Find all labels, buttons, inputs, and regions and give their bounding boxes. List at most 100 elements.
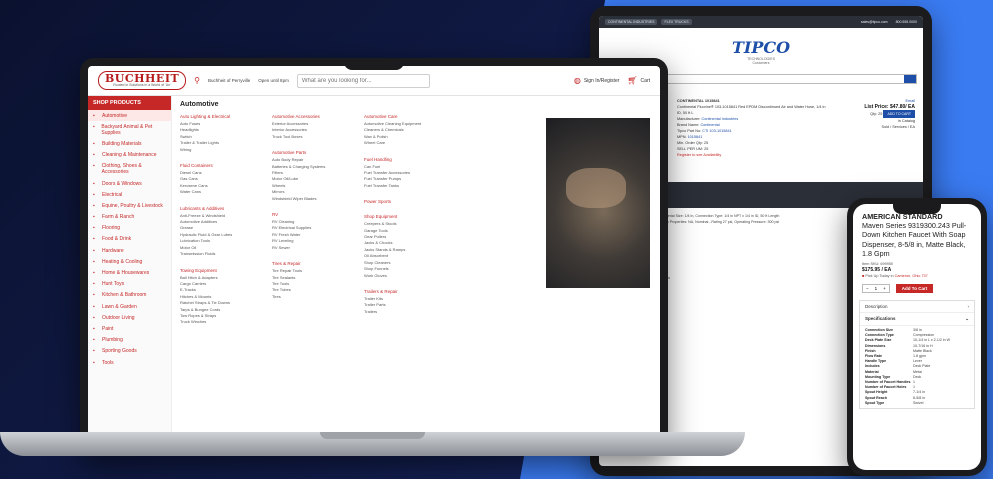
tipco-part: CTI 103-1015841 bbox=[702, 129, 732, 133]
quantity-stepper[interactable]: − 1 + bbox=[862, 284, 890, 294]
description-label: Description bbox=[865, 304, 888, 310]
sign-in-link[interactable]: ◍ Sign In/Register bbox=[574, 76, 620, 85]
sidebar-item-label: Tools bbox=[102, 359, 114, 366]
menu-link[interactable]: Wiring bbox=[180, 147, 262, 153]
sidebar-item-plumbing[interactable]: ▪ Plumbing bbox=[88, 335, 171, 346]
manufacturer-link[interactable]: Continental Industries bbox=[702, 117, 739, 121]
increment-button[interactable]: + bbox=[880, 285, 889, 292]
store-name[interactable]: Buchheit of Perryville bbox=[208, 78, 250, 83]
phone-link[interactable]: 800.555.0000 bbox=[896, 20, 917, 24]
decrement-button[interactable]: − bbox=[863, 285, 872, 292]
sidebar-item-automotive[interactable]: ▪ Automotive bbox=[88, 110, 171, 122]
sidebar-item-electrical[interactable]: ▪ Electrical bbox=[88, 189, 171, 200]
sidebar-item-equine-poultry-livestock[interactable]: ▪ Equine, Poultry & Livestock bbox=[88, 200, 171, 211]
ball-icon: ▪ bbox=[93, 348, 95, 355]
menu-group-title[interactable]: Shop Equipment bbox=[364, 214, 446, 219]
sidebar-item-doors-windows[interactable]: ▪ Doors & Windows bbox=[88, 178, 171, 189]
menu-group-title[interactable]: Tires & Repair bbox=[272, 261, 354, 266]
top-pill-continental[interactable]: CONTINENTAL INDUSTRIES bbox=[605, 19, 658, 25]
menu-link[interactable]: Truck Winches bbox=[180, 319, 262, 325]
sidebar-item-outdoor-living[interactable]: ▪ Outdoor Living bbox=[88, 312, 171, 323]
sidebar-item-home-housewares[interactable]: ▪ Home & Housewares bbox=[88, 267, 171, 278]
menu-group-title[interactable]: Auto Lighting & Electrical bbox=[180, 114, 262, 119]
menu-group-title[interactable]: Automotive Care bbox=[364, 114, 446, 119]
spec-key: Spout Type bbox=[865, 400, 885, 405]
pickup-store-link[interactable]: Cameron, Ohio 737 bbox=[895, 274, 928, 278]
menu-link[interactable]: Tires bbox=[272, 294, 354, 300]
add-to-cart-button[interactable]: ADD TO CART bbox=[883, 110, 915, 118]
user-icon: ◍ bbox=[573, 76, 581, 85]
phone-qty-row: − 1 + Add To Cart bbox=[853, 282, 981, 295]
phone-add-to-cart-button[interactable]: Add To Cart bbox=[895, 284, 934, 294]
menu-link[interactable]: Water Cans bbox=[180, 189, 262, 195]
sell-label: SELL PER UM: bbox=[677, 147, 704, 151]
buchheit-logo[interactable]: BUCHHEIT Rooted in Solutions in a World … bbox=[98, 71, 187, 90]
sidebar-item-clothing-shoes-accessories[interactable]: ▪ Clothing, Shoes & Accessories bbox=[88, 161, 171, 178]
sidebar-item-kitchen-bathroom[interactable]: ▪ Kitchen & Bathroom bbox=[88, 290, 171, 301]
brand-label: Brand Name: bbox=[677, 123, 700, 127]
specifications-toggle[interactable]: Specifications ⌄ bbox=[860, 313, 974, 327]
menu-group-title[interactable]: Power Sports bbox=[364, 199, 446, 204]
home-icon: ▪ bbox=[93, 270, 95, 277]
menu-link[interactable]: RV Sewer bbox=[272, 245, 354, 251]
sidebar-item-label: Home & Housewares bbox=[102, 270, 150, 277]
sidebar-item-cleaning-maintenance[interactable]: ▪ Cleaning & Maintenance bbox=[88, 150, 171, 161]
search-input[interactable] bbox=[296, 73, 431, 88]
car-icon: ▪ bbox=[93, 112, 95, 119]
sidebar-item-food-drink[interactable]: ▪ Food & Drink bbox=[88, 234, 171, 245]
promo-image[interactable] bbox=[546, 118, 650, 288]
sidebar-item-sporting-goods[interactable]: ▪ Sporting Goods bbox=[88, 346, 171, 357]
menu-link[interactable]: Transmission Fluids bbox=[180, 251, 262, 257]
top-pill-flex[interactable]: FLEX TRUCKS bbox=[661, 19, 692, 25]
menu-link[interactable]: Windshield Wiper Blades bbox=[272, 196, 354, 202]
menu-link[interactable]: Fuel Transfer Tanks bbox=[364, 183, 446, 189]
shop-products-heading[interactable]: SHOP PRODUCTS bbox=[88, 96, 171, 110]
email-link[interactable]: sales@tipco.com bbox=[861, 20, 888, 24]
menu-group-title[interactable]: Towing Equipment bbox=[180, 268, 262, 273]
tablet-top-bar: CONTINENTAL INDUSTRIES FLEX TRUCKS sales… bbox=[599, 16, 923, 28]
tipco-customers[interactable]: Customers bbox=[753, 61, 770, 65]
tipco-part-label: Tipco Part No: bbox=[677, 129, 702, 133]
qty-input[interactable]: 25 bbox=[878, 112, 882, 116]
menu-group: RV RV Cleaning RV Electrical Supplies RV Fr… bbox=[272, 212, 354, 251]
quantity-value[interactable]: 1 bbox=[872, 285, 881, 292]
sidebar-item-backyard-animal-pet-supplies[interactable]: ▪ Backyard Animal & Pet Supplies bbox=[88, 121, 171, 138]
sidebar-item-label: Plumbing bbox=[102, 337, 123, 344]
menu-group-title[interactable]: Automotive Parts bbox=[272, 150, 354, 155]
brand-link[interactable]: Continental bbox=[700, 123, 719, 127]
sidebar-item-lawn-garden[interactable]: ▪ Lawn & Garden bbox=[88, 301, 171, 312]
sidebar-item-flooring[interactable]: ▪ Flooring bbox=[88, 223, 171, 234]
brush-icon: ▪ bbox=[93, 325, 95, 332]
menu-group-title[interactable]: RV bbox=[272, 212, 354, 217]
menu-group-title[interactable]: Lubricants & Additives bbox=[180, 206, 262, 211]
sidebar-item-building-materials[interactable]: ▪ Building Materials bbox=[88, 138, 171, 149]
menu-group-title[interactable]: Trailers & Repair bbox=[364, 289, 446, 294]
sidebar-item-hardware[interactable]: ▪ Hardware bbox=[88, 245, 171, 256]
sidebar-item-farm-ranch[interactable]: ▪ Farm & Ranch bbox=[88, 212, 171, 223]
menu-link[interactable]: Work Gloves bbox=[364, 273, 446, 279]
register-link[interactable]: Register to see Availability bbox=[677, 152, 829, 158]
menu-group-title[interactable]: Fluid Containers bbox=[180, 163, 262, 168]
chevron-down-icon: ⌄ bbox=[965, 316, 969, 322]
sidebar-item-hunt-toys[interactable]: ▪ Hunt Toys bbox=[88, 279, 171, 290]
menu-link[interactable]: Trailers bbox=[364, 309, 446, 315]
sidebar-item-paint[interactable]: ▪ Paint bbox=[88, 323, 171, 334]
cart-link[interactable]: 🛒︎ Cart bbox=[627, 76, 650, 85]
sidebar-item-heating-cooling[interactable]: ▪ Heating & Cooling bbox=[88, 256, 171, 267]
pickup-text: Pick Up Today in bbox=[865, 274, 894, 279]
sidebar-item-tools[interactable]: ▪ Tools bbox=[88, 357, 171, 368]
menu-group-title[interactable]: Fuel Handling bbox=[364, 157, 446, 162]
tablet-search-button[interactable] bbox=[904, 75, 916, 83]
cart-label: Cart bbox=[640, 77, 650, 84]
menu-group: Fluid Containers Diesel Cans Gas Cans Keros… bbox=[180, 163, 262, 196]
site-header: BUCHHEIT Rooted in Solutions in a World … bbox=[88, 66, 660, 96]
pickup-icon: ■ bbox=[862, 274, 865, 279]
menu-link[interactable]: Truck Tool Boxes bbox=[272, 134, 354, 140]
menu-link[interactable]: Wheel Care bbox=[364, 140, 446, 146]
ships-text: Sold / Services / EA bbox=[881, 125, 915, 129]
description-toggle[interactable]: Description › bbox=[860, 301, 974, 314]
menu-group-title[interactable]: Automotive Accessories bbox=[272, 114, 354, 119]
qty-row: Qty: 25 ADD TO CART bbox=[839, 110, 915, 118]
location-pin-icon[interactable]: ⚲ bbox=[194, 76, 200, 85]
paw-icon: ▪ bbox=[93, 123, 95, 130]
